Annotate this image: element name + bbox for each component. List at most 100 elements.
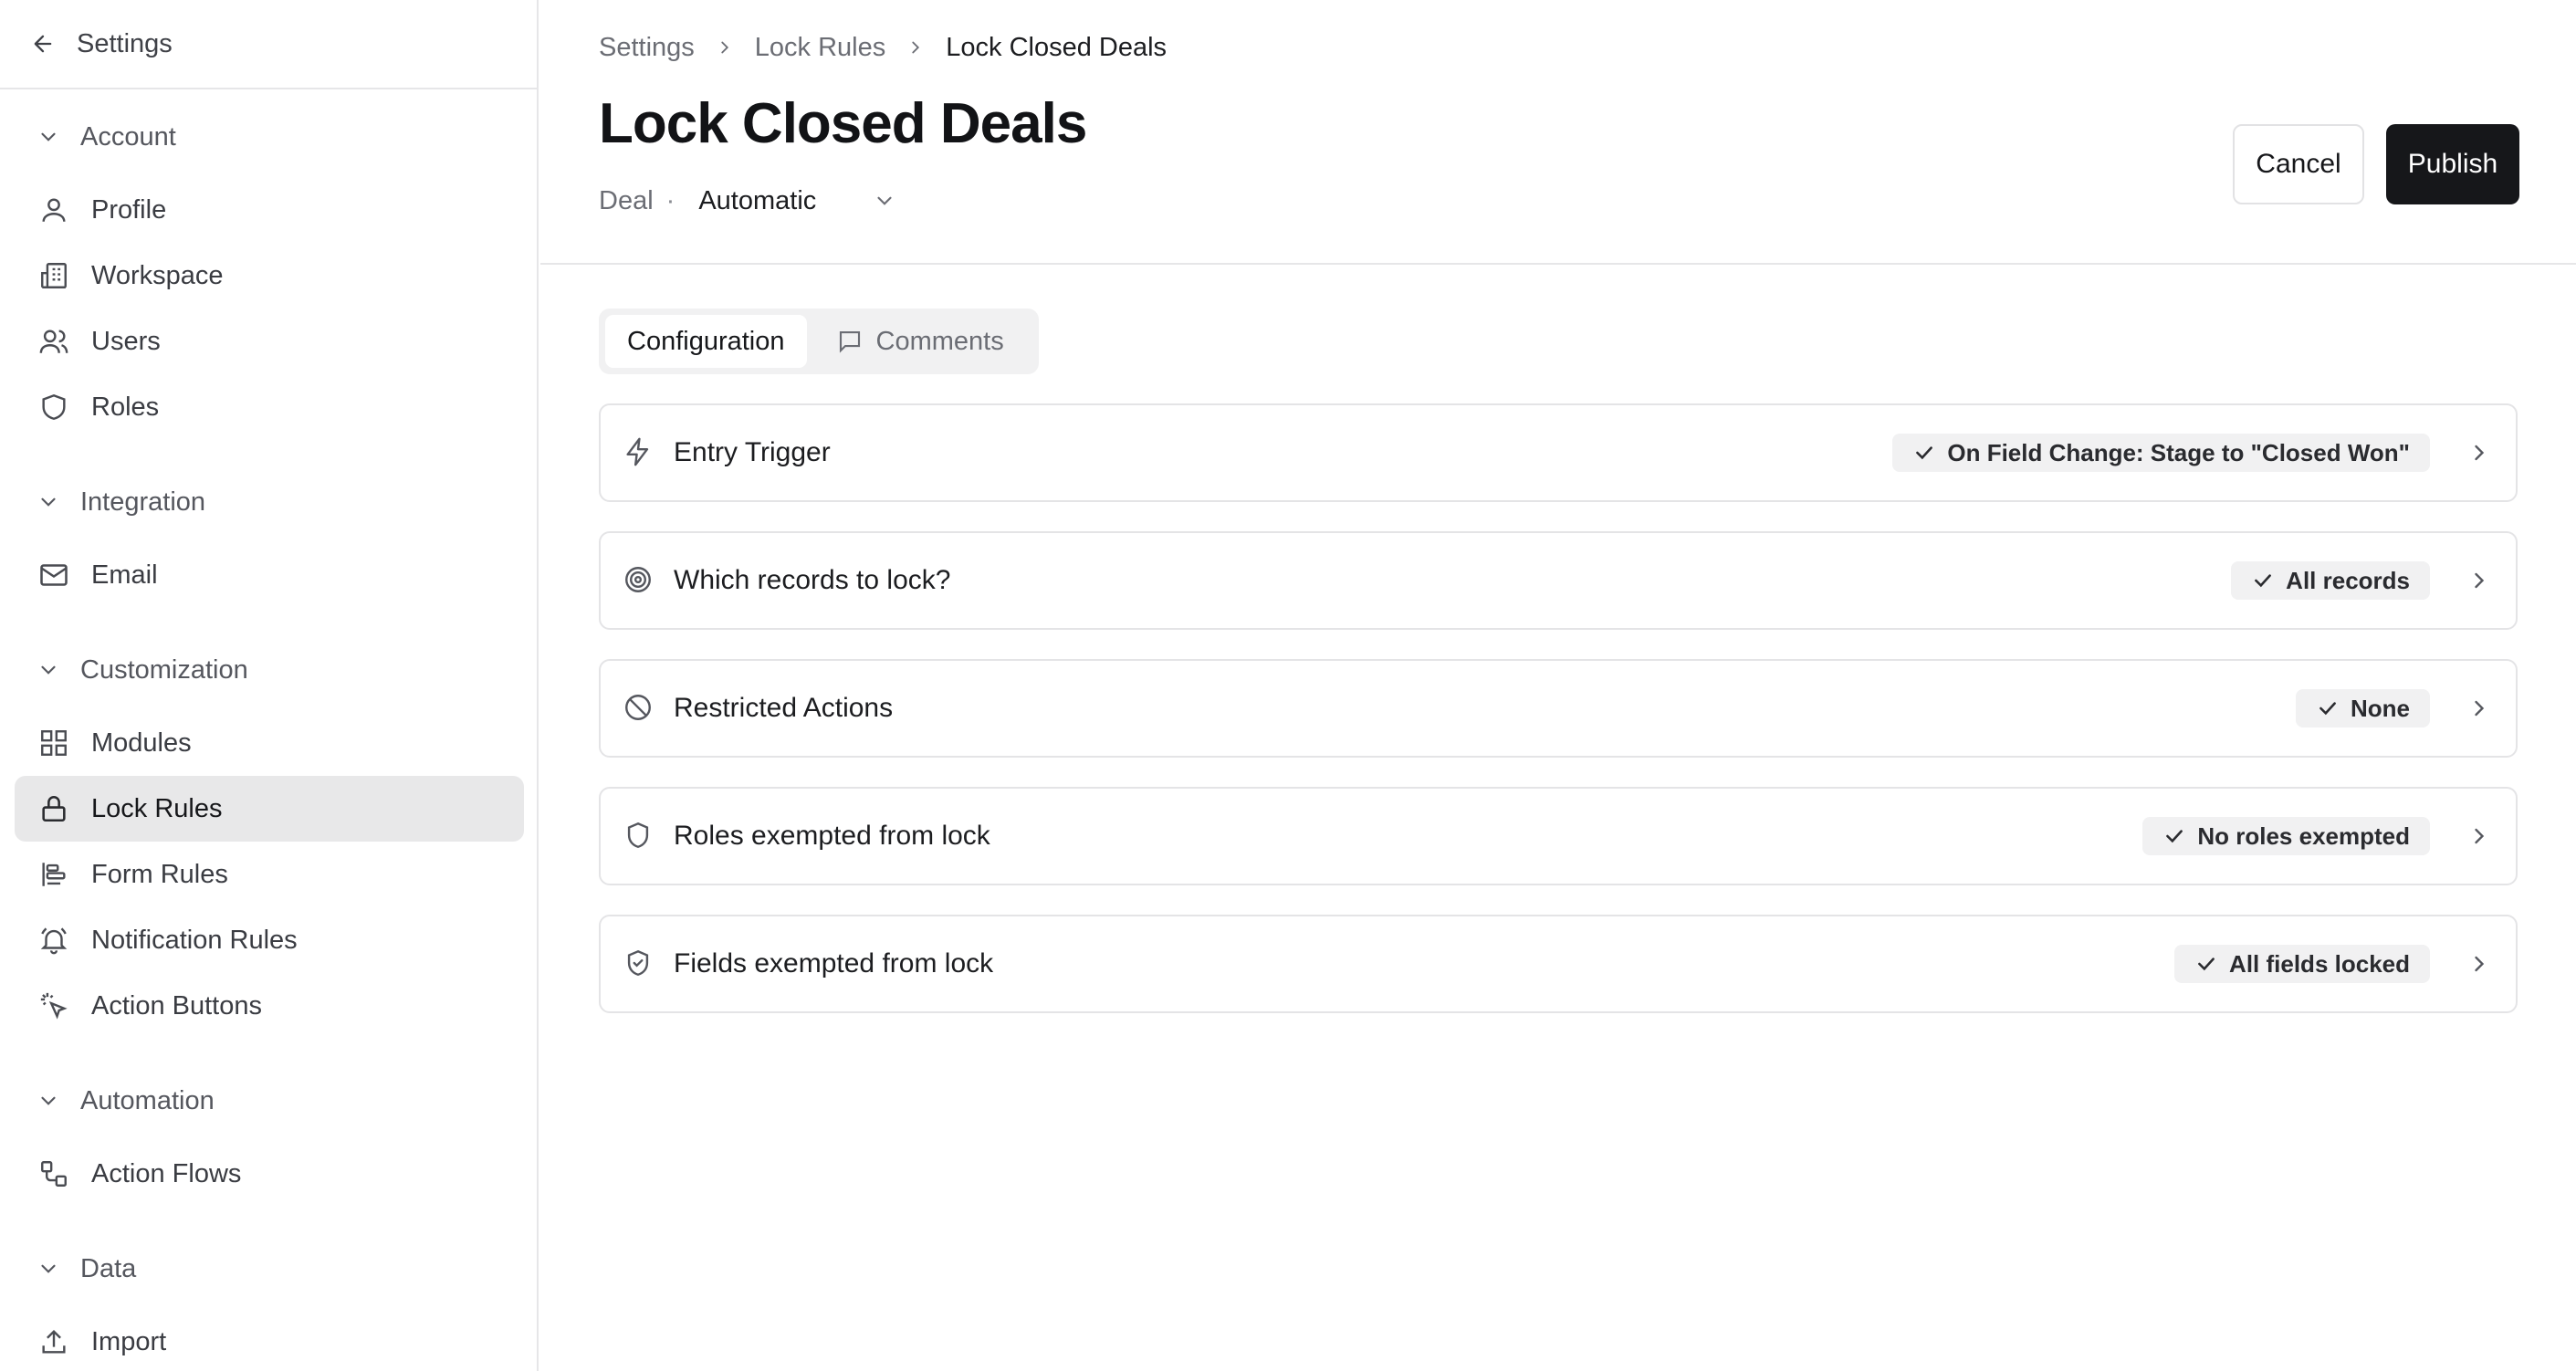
sidebar-group-label: Integration [80,487,206,517]
lock-icon [37,791,71,826]
sidebar-group-account[interactable]: Account [0,110,176,164]
arrow-left-icon[interactable] [26,26,60,61]
shield-icon [623,820,655,853]
settings-sidebar: Settings Account Profile Workspace Users… [0,0,539,1371]
ban-icon [623,692,655,725]
rule-label: Entry Trigger [674,437,831,467]
object-label: Deal [599,185,654,215]
sidebar-group-label: Account [80,121,176,152]
rule-card-roles-exempted[interactable]: Roles exempted from lock No roles exempt… [599,787,2518,885]
sidebar-item-modules[interactable]: Modules [15,710,524,776]
sidebar-item-label: Form Rules [91,859,228,889]
pointer-click-icon [37,989,71,1023]
chevron-down-icon [37,658,60,682]
rule-label: Restricted Actions [674,693,894,723]
status-badge: None [2296,689,2430,727]
sidebar-item-import[interactable]: Import [15,1309,524,1371]
check-icon [1912,441,1936,465]
chevron-down-icon [37,125,60,149]
badge-text: No roles exempted [2197,822,2410,850]
sidebar-item-notification-rules[interactable]: Notification Rules [15,907,524,973]
chevron-right-icon [2466,568,2492,593]
sidebar-item-users[interactable]: Users [15,309,524,374]
status-badge: No roles exempted [2142,817,2430,855]
sidebar-item-label: Import [91,1326,167,1356]
chevron-down-icon [37,1257,60,1281]
sidebar-title: Settings [77,28,173,58]
sidebar-group-label: Customization [80,654,248,685]
status-badge: All fields locked [2174,945,2430,983]
sidebar-header[interactable]: Settings [0,0,537,89]
sidebar-group-label: Automation [80,1085,215,1115]
rule-label: Which records to lock? [674,565,951,595]
sidebar-item-label: Users [91,326,161,356]
status-badge: All records [2231,561,2430,600]
sidebar-item-action-buttons[interactable]: Action Buttons [15,973,524,1039]
status-badge: On Field Change: Stage to "Closed Won" [1892,434,2430,472]
sidebar-group-customization[interactable]: Customization [0,643,248,697]
separator: · [665,185,675,215]
breadcrumb-lock-rules[interactable]: Lock Rules [755,33,885,63]
badge-text: All fields locked [2229,949,2410,978]
page-title: Lock Closed Deals [599,92,1087,155]
tab-label: Comments [875,326,1004,356]
check-icon [2162,824,2186,848]
sidebar-item-label: Modules [91,727,192,758]
rule-card-entry-trigger[interactable]: Entry Trigger On Field Change: Stage to … [599,403,2518,502]
building-icon [37,258,71,293]
users-icon [37,324,71,359]
chevron-down-icon [37,1089,60,1113]
tab-bar: Configuration Comments [599,309,1039,374]
breadcrumb-settings[interactable]: Settings [599,33,695,63]
badge-text: On Field Change: Stage to "Closed Won" [1947,438,2410,466]
cancel-button[interactable]: Cancel [2233,124,2364,204]
bolt-icon [623,436,655,469]
chevron-right-icon [715,37,735,58]
mode-select[interactable]: Automatic [698,186,816,216]
sidebar-item-label: Workspace [91,260,224,290]
sidebar-item-workspace[interactable]: Workspace [15,243,524,309]
sidebar-group-automation[interactable]: Automation [0,1073,215,1128]
check-icon [2251,569,2275,592]
sidebar-item-form-rules[interactable]: Form Rules [15,842,524,907]
rule-label: Fields exempted from lock [674,948,994,979]
tab-label: Configuration [627,326,785,356]
bell-icon [37,923,71,958]
sidebar-item-roles[interactable]: Roles [15,374,524,440]
tab-comments[interactable]: Comments [814,315,1026,368]
publish-button[interactable]: Publish [2386,124,2519,204]
chevron-down-icon [37,490,60,514]
rule-card-restricted-actions[interactable]: Restricted Actions None [599,659,2518,758]
rule-card-fields-exempted[interactable]: Fields exempted from lock All fields loc… [599,915,2518,1013]
sidebar-item-label: Lock Rules [91,793,223,823]
tab-configuration[interactable]: Configuration [605,315,807,368]
flow-icon [37,1156,71,1191]
badge-text: All records [2286,566,2410,594]
header-divider [540,263,2576,265]
chevron-down-icon[interactable] [873,189,896,213]
sidebar-item-label: Action Flows [91,1158,242,1188]
rule-card-records[interactable]: Which records to lock? All records [599,531,2518,630]
sidebar-item-lock-rules[interactable]: Lock Rules [15,776,524,842]
breadcrumb-current: Lock Closed Deals [946,32,1168,62]
chevron-right-icon [906,37,926,58]
mail-icon [37,558,71,592]
sidebar-item-label: Profile [91,194,167,225]
chevron-right-icon [2466,440,2492,466]
sidebar-group-integration[interactable]: Integration [0,475,205,529]
target-icon [623,564,655,597]
rule-label: Roles exempted from lock [674,821,990,851]
user-icon [37,193,71,227]
sidebar-item-profile[interactable]: Profile [15,177,524,243]
align-left-icon [37,857,71,892]
sidebar-item-action-flows[interactable]: Action Flows [15,1141,524,1207]
sidebar-item-label: Roles [91,392,160,422]
sidebar-group-label: Data [80,1253,137,1283]
sidebar-item-label: Notification Rules [91,925,298,955]
chevron-right-icon [2466,951,2492,977]
check-icon [2316,696,2340,720]
sidebar-group-data[interactable]: Data [0,1241,136,1296]
badge-text: None [2351,694,2410,722]
sidebar-item-email[interactable]: Email [15,542,524,608]
shield-check-icon [623,947,655,980]
